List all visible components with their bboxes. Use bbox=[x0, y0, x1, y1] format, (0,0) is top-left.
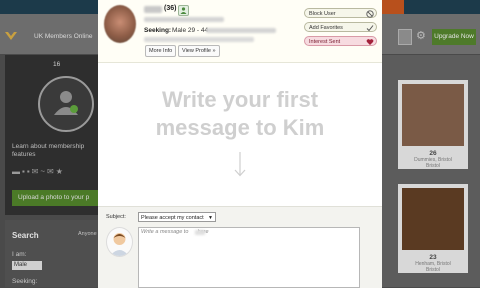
user-avatar[interactable] bbox=[398, 29, 412, 45]
seeking-label: Seeking: bbox=[144, 27, 172, 34]
seeking-extra-redacted bbox=[206, 28, 276, 33]
profile-details-redacted bbox=[144, 37, 254, 42]
profile-name-redacted bbox=[144, 6, 162, 13]
profile-photo-placeholder[interactable] bbox=[38, 76, 94, 132]
more-info-button[interactable]: More Info bbox=[145, 45, 177, 57]
gear-icon[interactable]: ⚙ bbox=[416, 30, 428, 42]
members-online-label[interactable]: UK Members Online bbox=[34, 33, 93, 40]
membership-link[interactable]: Learn about membership features bbox=[12, 143, 104, 159]
i-am-label: I am: bbox=[12, 251, 27, 258]
prompt-line-2: message to Kim bbox=[155, 115, 325, 140]
seeking-value: Male 29 - 44 bbox=[172, 27, 209, 34]
top-bar-accent bbox=[380, 0, 404, 14]
upgrade-button[interactable]: Upgrade Now bbox=[432, 29, 476, 45]
block-icon bbox=[366, 10, 374, 18]
site-logo-icon[interactable] bbox=[4, 30, 18, 42]
sender-avatar bbox=[106, 227, 133, 257]
heart-icon bbox=[366, 38, 374, 46]
match-age: 26 bbox=[429, 150, 437, 157]
recipient-name-redacted bbox=[195, 230, 205, 235]
interest-sent-label: Interest Sent bbox=[309, 39, 341, 45]
checkmark-icon bbox=[366, 24, 374, 32]
chevron-down-icon: ▼ bbox=[208, 215, 213, 221]
person-icon bbox=[178, 5, 189, 16]
interest-sent-button[interactable]: Interest Sent bbox=[304, 36, 377, 46]
match-region: Bristol bbox=[426, 267, 440, 273]
match-card[interactable]: 26 Dummies, Bristol Bristol bbox=[398, 80, 468, 169]
subject-value: Please accept my contact bbox=[141, 215, 204, 221]
subject-label: Subject: bbox=[106, 214, 126, 220]
subject-select[interactable]: Please accept my contact ▼ bbox=[138, 212, 216, 222]
match-card[interactable]: 23 Henham, Bristol Bristol bbox=[398, 184, 468, 273]
first-message-prompt: Write your first message to Kim bbox=[98, 86, 382, 142]
view-profile-button[interactable]: View Profile » bbox=[178, 45, 220, 57]
match-photo bbox=[402, 84, 464, 146]
block-user-button[interactable]: Block User bbox=[304, 8, 377, 18]
profile-avatar[interactable] bbox=[104, 5, 136, 43]
block-user-label: Block User bbox=[309, 11, 336, 17]
add-favorites-button[interactable]: Add Favorites bbox=[304, 22, 377, 32]
profile-location-redacted bbox=[144, 17, 224, 22]
message-textarea[interactable]: Write a message to here bbox=[138, 227, 360, 288]
match-age: 23 bbox=[429, 254, 437, 261]
upload-photo-button[interactable]: Upload a photo to your p bbox=[12, 190, 100, 206]
profile-age: (36) bbox=[164, 5, 177, 12]
arrow-down-icon bbox=[233, 151, 247, 177]
search-anyone-link[interactable]: Anyone bbox=[78, 231, 97, 237]
message-modal: (36) Seeking: Male 29 - 44 More Info Vie… bbox=[98, 0, 382, 288]
match-photo bbox=[402, 188, 464, 250]
search-title: Search bbox=[12, 231, 39, 240]
compose-area: Subject: Please accept my contact ▼ Writ… bbox=[98, 206, 382, 288]
feature-icons: ▬▪▪✉~✉★ bbox=[12, 167, 65, 176]
gender-select[interactable]: Male bbox=[12, 261, 42, 270]
add-favorites-label: Add Favorites bbox=[309, 25, 343, 31]
profile-summary: (36) Seeking: Male 29 - 44 More Info Vie… bbox=[98, 0, 382, 63]
prompt-line-1: Write your first bbox=[161, 87, 319, 112]
sidebar-count: 16 bbox=[53, 61, 61, 68]
seeking-label: Seeking: bbox=[12, 278, 38, 285]
match-region: Bristol bbox=[426, 163, 440, 169]
